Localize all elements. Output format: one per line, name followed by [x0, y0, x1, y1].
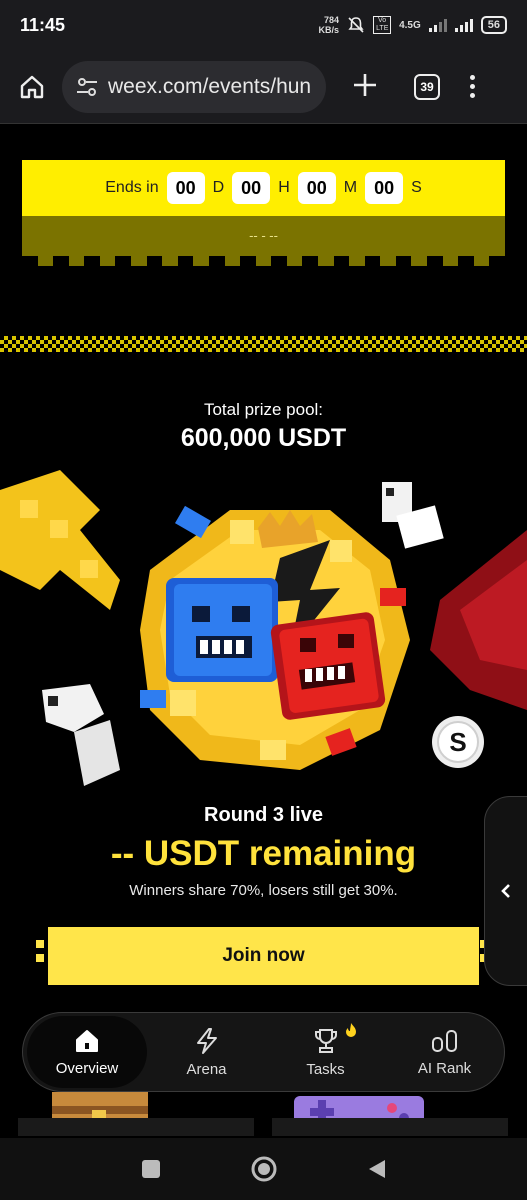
signal-icon-2 [454, 18, 473, 32]
coin-icon: S [432, 716, 484, 768]
section-divider-left [18, 1118, 254, 1136]
status-indicators: 784 KB/s Vo LTE 4.5G 56 [319, 15, 507, 35]
side-panel-toggle[interactable] [484, 796, 527, 986]
home-button[interactable] [12, 67, 52, 107]
prize-value: 600,000 USDT [180, 424, 347, 452]
countdown-days-unit: D [212, 179, 225, 196]
countdown-seconds-unit: S [411, 179, 422, 196]
round-subtitle: Winners share 70%, losers still get 30%. [129, 882, 398, 899]
new-tab-button[interactable] [350, 72, 380, 102]
url-text: weex.com/events/hun [108, 74, 312, 98]
address-bar[interactable]: weex.com/events/hun [62, 60, 326, 113]
nav-ai-rank[interactable]: AI Rank [385, 1013, 504, 1091]
nav-ai-rank-label: AI Rank [417, 1059, 472, 1077]
dot-icon [470, 84, 475, 89]
red-block-right [430, 530, 527, 710]
nav-overview[interactable]: Overview [27, 1016, 147, 1088]
floating-dice-top [382, 482, 444, 549]
countdown-minutes-unit: M [343, 179, 358, 196]
blue-block-face [166, 578, 278, 682]
section-divider-right [272, 1118, 508, 1136]
ai-rank-icon [431, 1029, 457, 1052]
countdown-banner: Ends in 00 D 00 H 00 M 00 S [22, 160, 505, 216]
round-title: Round 3 live [204, 804, 323, 826]
status-time: 11:45 [20, 14, 66, 35]
nav-arena[interactable]: Arena [147, 1013, 266, 1091]
white-shards-left [42, 684, 120, 786]
chevron-left-icon [501, 884, 510, 898]
trophy-icon [314, 1028, 337, 1053]
recents-button[interactable] [140, 1158, 162, 1180]
crenel-decoration [22, 256, 505, 266]
blue-brick-small-2 [140, 690, 166, 708]
network-speed: 784 KB/s [319, 15, 340, 35]
home-button-system[interactable] [250, 1155, 278, 1183]
countdown-days: 00 [166, 172, 205, 204]
page: 11:45 784 KB/s Vo LTE 4.5G 56 weex.com/e… [0, 0, 527, 1200]
system-navigation-bar [0, 1138, 527, 1200]
home-icon [20, 75, 44, 98]
event-rules-link[interactable] [192, 112, 338, 126]
join-decoration-left [36, 940, 44, 972]
plus-icon [354, 73, 376, 96]
bottom-navigation: Overview Arena Tasks AI Rank [22, 1012, 505, 1092]
dot-icon [470, 93, 475, 98]
home-icon [76, 1029, 98, 1052]
countdown-placeholder: -- - -- [249, 228, 278, 243]
remaining-amount: -- USDT remaining [110, 834, 417, 873]
countdown-label: Ends in [105, 179, 159, 196]
nav-arena-label: Arena [186, 1060, 227, 1078]
site-settings-icon [77, 77, 97, 96]
tab-switcher-button[interactable]: 39 [414, 73, 440, 100]
nav-overview-label: Overview [55, 1059, 119, 1077]
overflow-menu-button[interactable] [470, 75, 475, 98]
nav-tasks[interactable]: Tasks [266, 1013, 385, 1091]
countdown-seconds: 00 [365, 172, 404, 204]
countdown-hours-unit: H [278, 179, 290, 196]
nav-tasks-label: Tasks [306, 1060, 345, 1078]
speed-unit: KB/s [318, 25, 340, 35]
mute-icon [348, 17, 364, 33]
network-type: 4.5G [399, 19, 421, 31]
speed-value: 784 [324, 15, 340, 25]
red-brick-small-2 [380, 588, 406, 606]
back-button[interactable] [366, 1158, 388, 1180]
countdown-minutes: 00 [297, 172, 336, 204]
red-block-face [270, 612, 386, 720]
countdown-hours: 00 [232, 172, 271, 204]
status-bar: 11:45 784 KB/s Vo LTE 4.5G 56 [0, 0, 527, 50]
hero-illustration: S [0, 470, 527, 786]
checker-divider [0, 336, 527, 352]
lightning-icon [196, 1027, 217, 1054]
battery-icon: 56 [480, 16, 507, 34]
tasks-notification-icon [346, 1023, 356, 1037]
dot-icon [470, 75, 475, 80]
volte-badge: Vo LTE [373, 16, 392, 34]
signal-icon [428, 18, 447, 32]
svg-text:S: S [449, 727, 466, 757]
prize-label: Total prize pool: [203, 400, 324, 419]
join-now-button[interactable]: Join now [48, 927, 479, 985]
yellow-bolt-left [0, 470, 120, 610]
